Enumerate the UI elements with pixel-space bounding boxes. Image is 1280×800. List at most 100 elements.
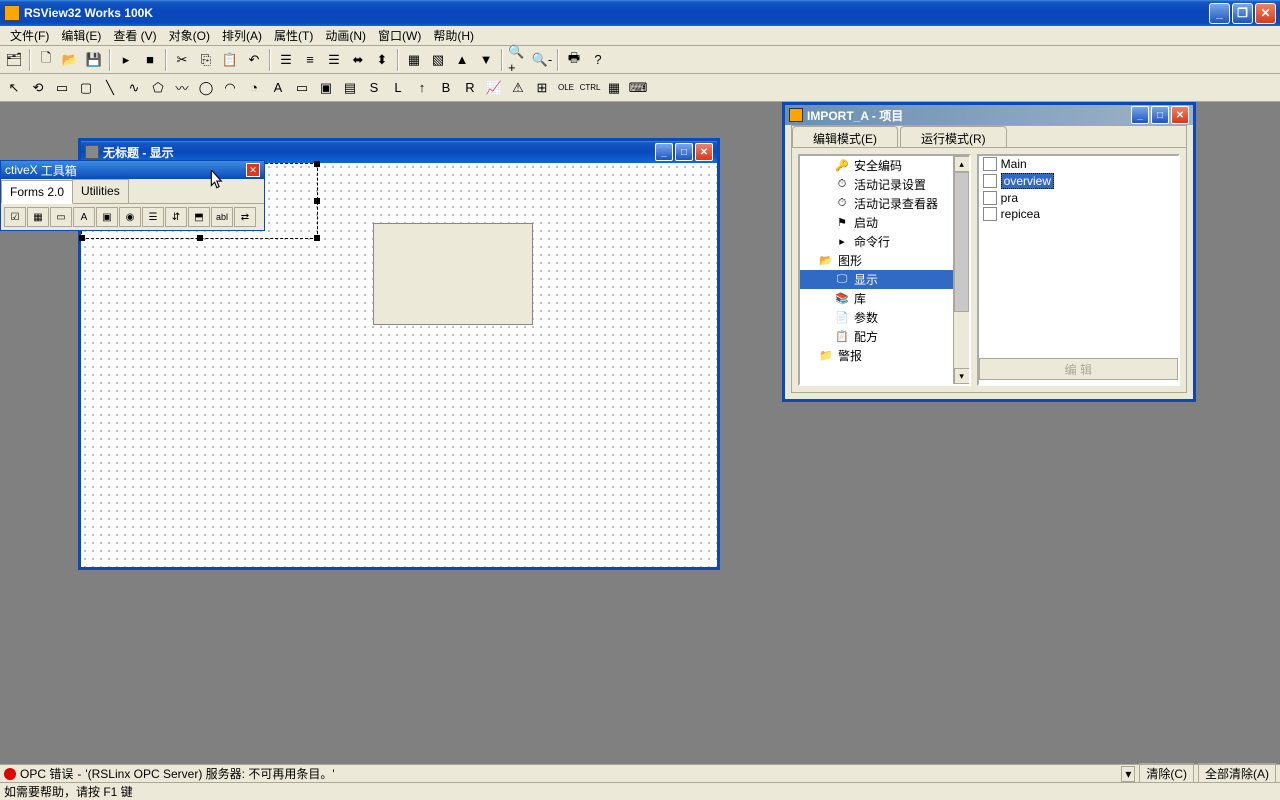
recipe-tool-icon[interactable]: R [459, 77, 481, 99]
tree-item-cmdline[interactable]: ▸命令行 [800, 232, 969, 251]
menu-arrange[interactable]: 排列(A) [216, 25, 268, 46]
option-tool-icon[interactable]: ◉ [119, 207, 141, 227]
distribute-v-icon[interactable]: ⬍ [371, 49, 393, 71]
error-dropdown-icon[interactable]: ▾ [1121, 766, 1135, 782]
menu-edit[interactable]: 编辑(E) [55, 25, 107, 46]
menu-object[interactable]: 对象(O) [163, 25, 216, 46]
edit-button[interactable]: 编 辑 [979, 358, 1178, 380]
tab-edit-mode[interactable]: 编辑模式(E) [792, 126, 898, 147]
checkbox-tool-icon[interactable]: ☑ [4, 207, 26, 227]
help-icon[interactable]: ? [587, 49, 609, 71]
trend-tool-icon[interactable]: 📈 [483, 77, 505, 99]
project-minimize-button[interactable]: _ [1131, 106, 1149, 124]
activex-toolbox[interactable]: ctiveX 工具箱 ✕ Forms 2.0 Utilities ☑ ▦ ▭ A… [0, 160, 265, 231]
menu-animation[interactable]: 动画(N) [319, 25, 372, 46]
back-icon[interactable]: ▼ [475, 49, 497, 71]
menu-attributes[interactable]: 属性(T) [268, 25, 319, 46]
align-left-icon[interactable]: ☰ [275, 49, 297, 71]
label-tool-icon[interactable]: L [387, 77, 409, 99]
open-icon[interactable]: 📂 [59, 49, 81, 71]
combo-tool-icon[interactable]: ▦ [27, 207, 49, 227]
project-maximize-button[interactable]: □ [1151, 106, 1169, 124]
text-tool-icon[interactable]: A [267, 77, 289, 99]
spin-tool-icon[interactable]: ⇵ [165, 207, 187, 227]
minimize-button[interactable]: _ [1209, 3, 1230, 24]
project-window[interactable]: IMPORT_A - 项目 _ □ ✕ 编辑模式(E) 运行模式(R) 🔑安全编… [782, 102, 1196, 402]
string-input-icon[interactable]: ▤ [339, 77, 361, 99]
tree-item-activity-setup[interactable]: ⏱活动记录设置 [800, 175, 969, 194]
tree-item-params[interactable]: 📄参数 [800, 308, 969, 327]
tab-utilities[interactable]: Utilities [72, 179, 129, 203]
ellipse-tool-icon[interactable]: ◯ [195, 77, 217, 99]
tab-forms[interactable]: Forms 2.0 [1, 180, 73, 204]
project-list[interactable]: Main overview pra repicea 编 辑 [977, 154, 1180, 386]
align-right-icon[interactable]: ☰ [323, 49, 345, 71]
tree-item-activity-viewer[interactable]: ⏱活动记录查看器 [800, 194, 969, 213]
paste-icon[interactable]: 📋 [219, 49, 241, 71]
textbox-tool-icon[interactable]: abl [211, 207, 233, 227]
project-tree[interactable]: 🔑安全编码 ⏱活动记录设置 ⏱活动记录查看器 ⚑启动 ▸命令行 📂图形 🖵显示 … [798, 154, 971, 386]
scroll-down-icon[interactable]: ▾ [954, 368, 970, 384]
tree-item-startup[interactable]: ⚑启动 [800, 213, 969, 232]
rotate-tool-icon[interactable]: ⟲ [27, 77, 49, 99]
list-item-main[interactable]: Main [979, 156, 1178, 172]
tree-item-alarm[interactable]: 📁警报 [800, 346, 969, 365]
tree-item-graphics[interactable]: 📂图形 [800, 251, 969, 270]
rectangle-tool-icon[interactable]: ▭ [51, 77, 73, 99]
copy-icon[interactable]: ⎘ [195, 49, 217, 71]
button2-tool-icon[interactable]: ▭ [50, 207, 72, 227]
print-icon[interactable]: 🖶 [563, 49, 585, 71]
numeric-input-icon[interactable]: ▭ [291, 77, 313, 99]
zoom-in-icon[interactable]: 🔍+ [507, 49, 529, 71]
frame-tool-icon[interactable]: ▣ [96, 207, 118, 227]
toolbox-close-button[interactable]: ✕ [246, 163, 260, 177]
rounded-rect-tool-icon[interactable]: ▢ [75, 77, 97, 99]
align-center-icon[interactable]: ≡ [299, 49, 321, 71]
toolbox-titlebar[interactable]: ctiveX 工具箱 ✕ [1, 161, 264, 179]
menu-view[interactable]: 查看 (V) [107, 25, 162, 46]
tab-run-mode[interactable]: 运行模式(R) [900, 126, 1007, 147]
menu-help[interactable]: 帮助(H) [427, 25, 480, 46]
scrollbar-tool-icon[interactable]: ⇄ [234, 207, 256, 227]
ctrl-tool-icon[interactable]: CTRL [579, 77, 601, 99]
polyline-tool-icon[interactable]: ∿ [123, 77, 145, 99]
tree-item-recipe[interactable]: 📋配方 [800, 327, 969, 346]
tree-item-security[interactable]: 🔑安全编码 [800, 156, 969, 175]
label-tool2-icon[interactable]: A [73, 207, 95, 227]
zoom-out-icon[interactable]: 🔍- [531, 49, 553, 71]
tree-item-library[interactable]: 📚库 [800, 289, 969, 308]
tree-item-display[interactable]: 🖵显示 [800, 270, 969, 289]
run-icon[interactable]: ▸ [115, 49, 137, 71]
scroll-up-icon[interactable]: ▴ [954, 156, 970, 172]
distribute-h-icon[interactable]: ⬌ [347, 49, 369, 71]
display-close-button[interactable]: ✕ [695, 143, 713, 161]
tree-scrollbar[interactable]: ▴ ▾ [953, 156, 969, 384]
project-close-button[interactable]: ✕ [1171, 106, 1189, 124]
undo-icon[interactable]: ↶ [243, 49, 265, 71]
clear-all-button[interactable]: 全部清除(A) [1198, 763, 1276, 784]
clear-button[interactable]: 清除(C) [1139, 763, 1194, 784]
wedge-tool-icon[interactable]: ◔ [243, 77, 265, 99]
select-tool-icon[interactable]: ↖ [3, 77, 25, 99]
polygon-tool-icon[interactable]: ⬠ [147, 77, 169, 99]
display-maximize-button[interactable]: □ [675, 143, 693, 161]
key-tool-icon[interactable]: ⌨ [627, 77, 649, 99]
scroll-thumb[interactable] [954, 172, 969, 312]
numeric-display-icon[interactable]: ▣ [315, 77, 337, 99]
save-icon[interactable]: 💾 [83, 49, 105, 71]
activex-tool-icon[interactable]: ▦ [603, 77, 625, 99]
arrow-tool-icon[interactable]: ↑ [411, 77, 433, 99]
group-icon[interactable]: ▦ [403, 49, 425, 71]
list-item-repicea[interactable]: repicea [979, 206, 1178, 222]
list-item-overview[interactable]: overview [979, 172, 1178, 190]
new-icon[interactable]: 🗋 [35, 49, 57, 71]
list-tool-icon[interactable]: ☰ [142, 207, 164, 227]
list-item-pra[interactable]: pra [979, 190, 1178, 206]
freehand-tool-icon[interactable]: 〰 [171, 77, 193, 99]
menu-file[interactable]: 文件(F) [4, 25, 55, 46]
string-display-icon[interactable]: S [363, 77, 385, 99]
menu-window[interactable]: 窗口(W) [372, 25, 427, 46]
project-titlebar[interactable]: IMPORT_A - 项目 _ □ ✕ [785, 105, 1193, 125]
ole-tool-icon[interactable]: OLE [555, 77, 577, 99]
close-button[interactable]: ✕ [1255, 3, 1276, 24]
